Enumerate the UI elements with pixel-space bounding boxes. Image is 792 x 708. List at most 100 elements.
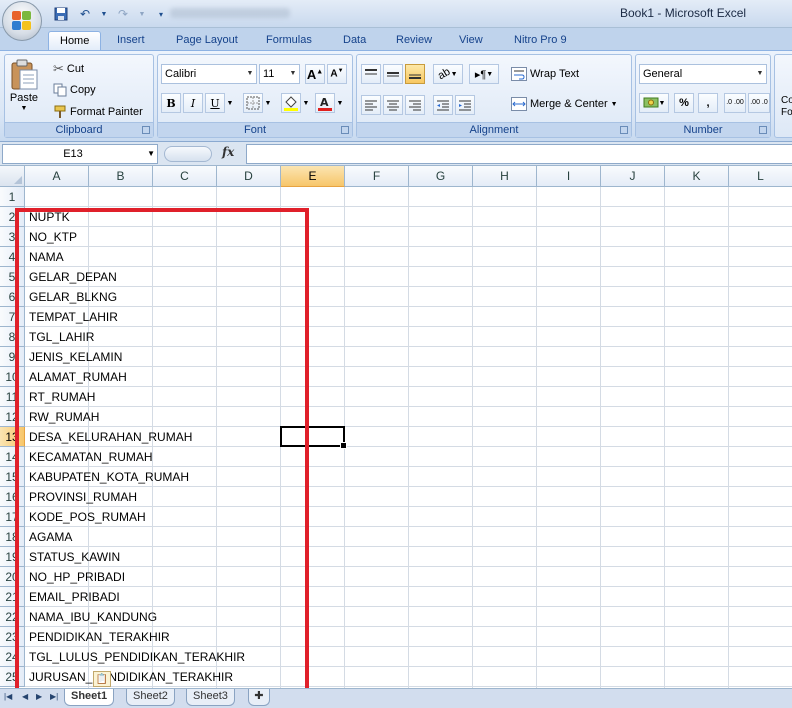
borders-dropdown-icon[interactable]: ▼: [263, 93, 273, 113]
column-header-a[interactable]: A: [25, 166, 89, 187]
cell-a9[interactable]: JENIS_KELAMIN: [29, 347, 122, 367]
column-header-j[interactable]: J: [601, 166, 665, 187]
formula-bar-handle[interactable]: [164, 146, 212, 162]
increase-decimal-button[interactable]: .0 .00: [724, 93, 746, 113]
tab-view[interactable]: View: [448, 31, 494, 50]
cut-button[interactable]: ✂ Cut: [53, 61, 84, 77]
undo-dropdown-icon[interactable]: ▼: [100, 5, 108, 23]
cell-a2[interactable]: NUPTK: [29, 207, 70, 227]
cell-a25[interactable]: JURUSAN_PENDIDIKAN_TERAKHIR: [29, 667, 233, 687]
first-sheet-icon[interactable]: |◀: [4, 692, 12, 701]
column-header-d[interactable]: D: [217, 166, 281, 187]
row-header-11[interactable]: 11: [0, 387, 25, 407]
redo-dropdown-icon[interactable]: ▼: [138, 5, 146, 23]
insert-sheet-icon[interactable]: ✚: [248, 689, 270, 706]
cell-a11[interactable]: RT_RUMAH: [29, 387, 95, 407]
row-header-15[interactable]: 15: [0, 467, 25, 487]
paste-dropdown-icon[interactable]: ▼: [21, 105, 28, 112]
select-all-button[interactable]: [0, 166, 25, 187]
column-header-k[interactable]: K: [665, 166, 729, 187]
column-header-g[interactable]: G: [409, 166, 473, 187]
sheet-tab-sheet1[interactable]: Sheet1: [64, 689, 115, 706]
cell-a18[interactable]: AGAMA: [29, 527, 72, 547]
cell-a12[interactable]: RW_RUMAH: [29, 407, 99, 427]
tab-data[interactable]: Data: [332, 31, 377, 50]
merge-center-button[interactable]: Merge & Center ▼: [511, 97, 618, 111]
wrap-text-button[interactable]: Wrap Text: [511, 67, 579, 81]
text-direction-button[interactable]: ▸¶ ▼: [469, 64, 499, 84]
cell-a20[interactable]: NO_HP_PRIBADI: [29, 567, 125, 587]
redo-icon[interactable]: ↷: [114, 5, 132, 23]
row-header-10[interactable]: 10: [0, 367, 25, 387]
alignment-dialog-launcher[interactable]: [620, 126, 628, 134]
font-name-dropdown-icon[interactable]: ▼: [244, 65, 256, 83]
cell-a3[interactable]: NO_KTP: [29, 227, 77, 247]
cell-a6[interactable]: GELAR_BLKNG: [29, 287, 117, 307]
conditional-formatting-button-partial[interactable]: Co Fo: [781, 95, 792, 119]
tab-nitro-pro[interactable]: Nitro Pro 9: [503, 31, 578, 50]
cell-a16[interactable]: PROVINSI_RUMAH: [29, 487, 137, 507]
cell-a19[interactable]: STATUS_KAWIN: [29, 547, 120, 567]
insert-function-icon[interactable]: fx: [222, 145, 234, 159]
cell-a10[interactable]: ALAMAT_RUMAH: [29, 367, 127, 387]
underline-dropdown-icon[interactable]: ▼: [225, 93, 235, 113]
cell-a14[interactable]: KECAMATAN_RUMAH: [29, 447, 153, 467]
column-header-h[interactable]: H: [473, 166, 537, 187]
middle-align-button[interactable]: [383, 64, 403, 84]
row-header-1[interactable]: 1: [0, 187, 25, 207]
column-header-l[interactable]: L: [729, 166, 792, 187]
tab-page-layout[interactable]: Page Layout: [165, 31, 249, 50]
row-header-12[interactable]: 12: [0, 407, 25, 427]
row-header-2[interactable]: 2: [0, 207, 25, 227]
formula-input[interactable]: [246, 144, 792, 164]
paste-button[interactable]: Paste ▼: [9, 59, 39, 112]
format-painter-button[interactable]: Format Painter: [53, 105, 143, 119]
align-right-button[interactable]: [405, 95, 425, 115]
cell-a23[interactable]: PENDIDIKAN_TERAKHIR: [29, 627, 170, 647]
row-header-16[interactable]: 16: [0, 487, 25, 507]
font-size-dropdown-icon[interactable]: ▼: [287, 65, 299, 83]
number-format-combo[interactable]: General ▼: [639, 64, 767, 84]
row-header-18[interactable]: 18: [0, 527, 25, 547]
prev-sheet-icon[interactable]: ◀: [22, 692, 28, 701]
office-button[interactable]: [2, 1, 42, 41]
tab-formulas[interactable]: Formulas: [255, 31, 323, 50]
row-header-9[interactable]: 9: [0, 347, 25, 367]
active-cell-e13[interactable]: [280, 426, 347, 449]
row-header-25[interactable]: 25: [0, 667, 25, 687]
orientation-button[interactable]: ab ▼: [433, 64, 463, 84]
row-header-6[interactable]: 6: [0, 287, 25, 307]
merge-center-dropdown-icon[interactable]: ▼: [611, 101, 618, 108]
cell-a24[interactable]: TGL_LULUS_PENDIDIKAN_TERAKHIR: [29, 647, 245, 667]
font-color-dropdown-icon[interactable]: ▼: [335, 93, 345, 113]
row-header-20[interactable]: 20: [0, 567, 25, 587]
name-box[interactable]: E13 ▼: [2, 144, 158, 164]
cell-a13[interactable]: DESA_KELURAHAN_RUMAH: [29, 427, 192, 447]
align-left-button[interactable]: [361, 95, 381, 115]
column-header-b[interactable]: B: [89, 166, 153, 187]
row-header-14[interactable]: 14: [0, 447, 25, 467]
next-sheet-icon[interactable]: ▶: [36, 692, 42, 701]
cell-area[interactable]: NUPTK NO_KTP NAMA GELAR_DEPAN GELAR_BLKNG TEM…: [25, 187, 792, 688]
cell-a22[interactable]: NAMA_IBU_KANDUNG: [29, 607, 157, 627]
underline-button[interactable]: U: [205, 93, 225, 113]
sheet-tab-sheet2[interactable]: Sheet2: [126, 689, 175, 706]
font-name-combo[interactable]: Calibri ▼: [161, 64, 257, 84]
accounting-format-button[interactable]: ▼: [639, 93, 669, 113]
copy-button[interactable]: Copy: [53, 83, 96, 97]
row-header-19[interactable]: 19: [0, 547, 25, 567]
decrease-decimal-button[interactable]: .00 .0: [748, 93, 770, 113]
row-header-5[interactable]: 5: [0, 267, 25, 287]
cell-a8[interactable]: TGL_LAHIR: [29, 327, 94, 347]
increase-indent-button[interactable]: [455, 95, 475, 115]
cell-a17[interactable]: KODE_POS_RUMAH: [29, 507, 146, 527]
cell-a21[interactable]: EMAIL_PRIBADI: [29, 587, 120, 607]
row-header-17[interactable]: 17: [0, 507, 25, 527]
number-dialog-launcher[interactable]: [759, 126, 767, 134]
row-header-21[interactable]: 21: [0, 587, 25, 607]
column-header-i[interactable]: I: [537, 166, 601, 187]
column-header-e[interactable]: E: [281, 166, 345, 187]
top-align-button[interactable]: [361, 64, 381, 84]
font-color-button[interactable]: A: [315, 93, 335, 113]
fill-color-button[interactable]: [281, 93, 301, 113]
